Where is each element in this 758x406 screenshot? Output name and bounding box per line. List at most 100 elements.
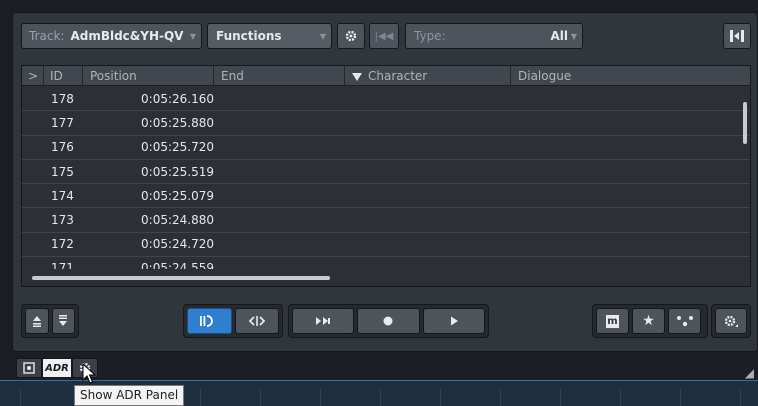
table-row[interactable]: 175 0:05:25.519: [22, 160, 750, 185]
favorite-button[interactable]: ★: [632, 308, 665, 334]
next-marker-button[interactable]: [51, 308, 75, 334]
row-id: 176: [51, 140, 74, 155]
type-label: Type:: [414, 29, 446, 43]
column-header-end[interactable]: End: [214, 66, 345, 86]
row-position: 0:05:24.720: [141, 237, 214, 252]
play-button[interactable]: [422, 308, 485, 334]
column-header-character-label: Character: [368, 69, 428, 83]
table-row[interactable]: 178 0:05:26.160: [22, 87, 750, 112]
row-position: 0:05:25.720: [141, 140, 214, 155]
ruler-tick: [440, 389, 441, 406]
table-row[interactable]: 177 0:05:25.880: [22, 111, 750, 136]
marker-icon: m: [606, 314, 619, 328]
column-header-character[interactable]: Character: [345, 66, 511, 86]
settings-button[interactable]: [337, 23, 365, 49]
track-label: Track:: [29, 29, 65, 43]
functions-label: Functions: [216, 29, 282, 43]
table-header: > ID Position End Character Dialogue: [22, 66, 750, 86]
add-marker-button[interactable]: m: [596, 308, 629, 334]
type-filter[interactable]: Type: All ▼: [405, 23, 583, 49]
column-header-position[interactable]: Position: [83, 66, 214, 86]
ruler-tick: [740, 389, 741, 406]
gear-icon: [345, 30, 357, 42]
column-header-dialogue[interactable]: Dialogue: [511, 66, 750, 86]
row-position: 0:05:25.880: [141, 115, 214, 130]
ruler-tick: [560, 389, 561, 406]
skip-back-icon: |◀◀: [374, 30, 394, 42]
row-position: 0:05:25.519: [141, 164, 214, 179]
row-position: 0:05:24.880: [141, 213, 214, 228]
panel-layout-button[interactable]: [723, 23, 751, 49]
inspector-icon: [23, 362, 35, 374]
preroll-icon: [248, 316, 266, 326]
mouse-pointer-icon: [82, 363, 96, 384]
tooltip: Show ADR Panel: [74, 385, 185, 406]
adr-panel: Track: AdmBldc&YH-QV ▼ Functions ▼ |◀◀ T…: [12, 12, 758, 352]
marker-table: > ID Position End Character Dialogue 178…: [21, 65, 751, 287]
chevron-down-icon: ▼: [189, 32, 196, 41]
table-row[interactable]: 173 0:05:24.880: [22, 208, 750, 233]
cycle-play-icon: [200, 315, 214, 327]
ruler-tick: [200, 389, 201, 406]
row-id: 174: [51, 188, 74, 203]
ruler-tick: [380, 389, 381, 406]
horizontal-scrollbar[interactable]: [32, 276, 330, 280]
row-position: 0:05:25.079: [141, 188, 214, 203]
column-header-id[interactable]: ID: [44, 66, 83, 86]
table-row[interactable]: 176 0:05:25.720: [22, 136, 750, 160]
column-header-expand[interactable]: >: [22, 66, 44, 86]
cycle-mode-button[interactable]: [187, 308, 232, 334]
ruler-tick: [260, 389, 261, 406]
mode-group: [183, 304, 283, 338]
adr-transport-bar: m ★: [21, 304, 751, 338]
chevron-down-icon: ▼: [319, 32, 326, 41]
take-rating-button[interactable]: [668, 308, 701, 334]
tab-adr[interactable]: ADR: [42, 358, 72, 378]
track-value: AdmBldc&YH-QV: [70, 29, 184, 43]
row-position: 0:05:24.559: [141, 261, 214, 270]
table-row[interactable]: 171 0:05:24.559: [22, 257, 750, 269]
tab-inspector[interactable]: [16, 358, 42, 378]
table-row[interactable]: 172 0:05:24.720: [22, 233, 750, 258]
record-button[interactable]: [357, 308, 420, 334]
adr-toolbar: Track: AdmBldc&YH-QV ▼ Functions ▼ |◀◀ T…: [21, 23, 751, 49]
row-id: 177: [51, 115, 74, 130]
row-id: 178: [51, 91, 74, 106]
row-id: 173: [51, 213, 74, 228]
stars-icon: [676, 316, 693, 327]
arrow-down-icon: [59, 315, 68, 326]
type-value: All: [550, 29, 568, 43]
star-icon: ★: [642, 313, 655, 329]
row-position: 0:05:26.160: [141, 91, 214, 106]
rehearse-button[interactable]: [292, 308, 355, 334]
transport-settings-button[interactable]: [715, 308, 747, 334]
pre-post-roll-button[interactable]: [234, 308, 279, 334]
track-selector[interactable]: Track: AdmBldc&YH-QV ▼: [21, 23, 202, 49]
rehearse-icon: [316, 317, 331, 325]
gear-icon: [724, 315, 738, 327]
vertical-scrollbar[interactable]: [743, 102, 747, 144]
tab-adr-label: ADR: [45, 362, 69, 374]
table-row[interactable]: 174 0:05:25.079: [22, 184, 750, 209]
marker-group: m ★: [592, 304, 708, 338]
arrow-up-icon: [32, 316, 41, 327]
resize-grip-icon[interactable]: ◢: [745, 366, 754, 380]
ruler-tick: [320, 389, 321, 406]
ruler-tick: [620, 389, 621, 406]
row-id: 175: [51, 164, 74, 179]
ruler-tick: [500, 389, 501, 406]
transport-group: [288, 304, 489, 338]
functions-menu[interactable]: Functions ▼: [207, 23, 332, 49]
table-body: 178 0:05:26.160 177 0:05:25.880 176 0:05:25…: [22, 87, 750, 269]
play-icon: [450, 316, 458, 326]
go-to-start-button[interactable]: |◀◀: [369, 23, 399, 49]
settings-group: [711, 304, 751, 338]
row-id: 172: [51, 237, 74, 252]
chevron-down-icon: ▼: [570, 32, 577, 41]
ruler-tick: [20, 389, 21, 406]
navigation-group: [21, 304, 79, 338]
record-icon: [383, 316, 393, 326]
split-panel-icon: [730, 30, 744, 42]
previous-marker-button[interactable]: [25, 308, 49, 334]
ruler-tick: [680, 389, 681, 406]
